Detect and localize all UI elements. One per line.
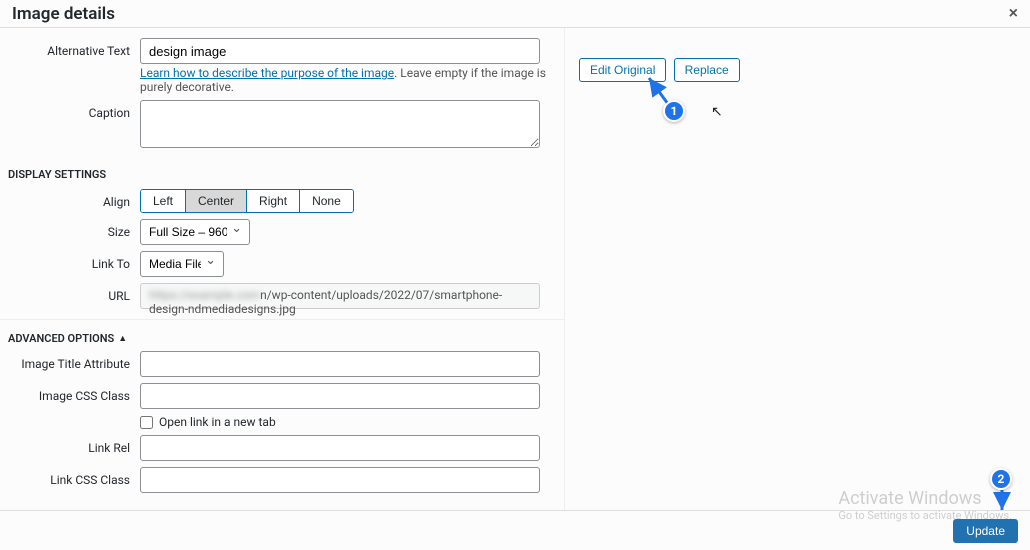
row-align: Align Left Center Right None xyxy=(0,189,564,213)
replace-button[interactable]: Replace xyxy=(674,58,740,82)
close-button[interactable]: × xyxy=(1009,5,1018,23)
label-alt-text: Alternative Text xyxy=(8,38,140,58)
update-button[interactable]: Update xyxy=(953,519,1018,543)
advanced-options-label: ADVANCED OPTIONS xyxy=(8,332,114,345)
align-right-button[interactable]: Right xyxy=(247,190,300,212)
caption-input[interactable] xyxy=(140,100,540,148)
label-linkto: Link To xyxy=(8,251,140,271)
link-css-class-input[interactable] xyxy=(140,467,540,493)
label-size: Size xyxy=(8,219,140,239)
modal-footer: Update xyxy=(0,510,1030,550)
label-link-rel: Link Rel xyxy=(8,435,140,455)
alt-help-text: Learn how to describe the purpose of the… xyxy=(140,66,556,94)
image-css-class-input[interactable] xyxy=(140,383,540,409)
annotation-badge-2: 2 xyxy=(990,468,1012,490)
modal-body: Alternative Text Learn how to describe t… xyxy=(0,28,1030,510)
display-settings-header: DISPLAY SETTINGS xyxy=(0,160,564,189)
label-align: Align xyxy=(8,189,140,209)
row-linkto: Link To Media File xyxy=(0,251,564,277)
label-title-attr: Image Title Attribute xyxy=(8,351,140,371)
right-panel: Edit Original Replace 1 ↖ xyxy=(565,28,1030,510)
link-rel-input[interactable] xyxy=(140,435,540,461)
align-button-group: Left Center Right None xyxy=(140,189,354,213)
alt-help-link[interactable]: Learn how to describe the purpose of the… xyxy=(140,66,394,80)
open-new-tab-label: Open link in a new tab xyxy=(159,415,276,429)
left-panel: Alternative Text Learn how to describe t… xyxy=(0,28,565,510)
row-url: URL https://example.comn/wp-content/uplo… xyxy=(0,283,564,309)
url-input[interactable]: https://example.comn/wp-content/uploads/… xyxy=(140,283,540,309)
alternative-text-input[interactable] xyxy=(140,38,540,64)
modal-header: Image details × xyxy=(0,0,1030,28)
image-title-attribute-input[interactable] xyxy=(140,351,540,377)
divider xyxy=(0,319,564,320)
row-link-css: Link CSS Class xyxy=(0,467,564,493)
row-caption: Caption xyxy=(0,100,564,152)
row-css-class: Image CSS Class xyxy=(0,383,564,409)
linkto-select[interactable]: Media File xyxy=(140,251,224,277)
advanced-options-toggle[interactable]: ADVANCED OPTIONS ▲ xyxy=(0,326,135,351)
url-blurred-part: https://example.com xyxy=(149,288,260,302)
row-title-attr: Image Title Attribute xyxy=(0,351,564,377)
row-size: Size Full Size – 960 × 300 xyxy=(0,219,564,245)
caret-up-icon: ▲ xyxy=(118,333,127,344)
row-open-new-tab: Open link in a new tab xyxy=(0,415,564,429)
align-left-button[interactable]: Left xyxy=(141,190,186,212)
label-caption: Caption xyxy=(8,100,140,120)
open-new-tab-checkbox[interactable] xyxy=(140,416,153,429)
label-css-class: Image CSS Class xyxy=(8,383,140,403)
label-link-css: Link CSS Class xyxy=(8,467,140,487)
annotation-badge-1: 1 xyxy=(663,100,685,122)
size-select[interactable]: Full Size – 960 × 300 xyxy=(140,219,250,245)
edit-original-button[interactable]: Edit Original xyxy=(579,58,666,82)
cursor-icon: ↖ xyxy=(711,104,723,120)
row-alt-text: Alternative Text Learn how to describe t… xyxy=(0,38,564,94)
modal-title: Image details xyxy=(12,4,115,24)
align-none-button[interactable]: None xyxy=(300,190,353,212)
label-url: URL xyxy=(8,283,140,303)
align-center-button[interactable]: Center xyxy=(186,190,247,212)
row-link-rel: Link Rel xyxy=(0,435,564,461)
